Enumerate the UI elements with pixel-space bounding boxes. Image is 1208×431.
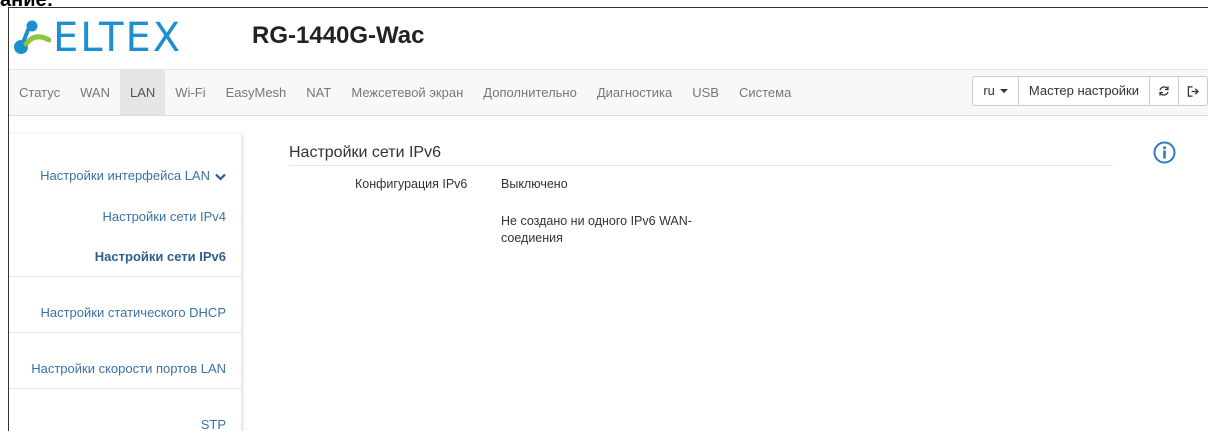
sidebar-divider (9, 332, 241, 333)
setup-wizard-label: Мастер настройки (1028, 83, 1139, 98)
logo: ELTEX (13, 18, 182, 58)
main-nav: Статус WAN LAN Wi-Fi EasyMesh NAT Межсетевой э… (9, 69, 1208, 116)
nav-items: Статус WAN LAN Wi-Fi EasyMesh NAT Межсетевой э… (9, 70, 801, 115)
sidebar-item-ipv4[interactable]: Настройки сети IPv4 (103, 209, 227, 224)
nav-item-wan[interactable]: WAN (70, 70, 120, 115)
setup-wizard-button[interactable]: Мастер настройки (1017, 76, 1150, 106)
sidebar-item-static-dhcp[interactable]: Настройки статического DHCP (40, 305, 226, 320)
logout-button[interactable] (1178, 76, 1208, 106)
nav-item-статус[interactable]: Статус (9, 70, 70, 115)
sidebar-item-ipv6[interactable]: Настройки сети IPv6 (95, 249, 226, 264)
nav-item-easymesh[interactable]: EasyMesh (216, 70, 297, 115)
sidebar-divider (9, 388, 241, 389)
language-label: ru (983, 83, 995, 98)
sidebar-item-stp[interactable]: STP (201, 417, 226, 431)
info-icon[interactable] (1153, 141, 1176, 164)
page-title: Настройки сети IPv6 (289, 144, 441, 161)
nav-actions: ru Мастер настройки (972, 76, 1208, 106)
sidebar-group-lan-interface[interactable]: Настройки интерфейса LAN (40, 168, 226, 183)
header: ELTEX RG-1440G-Wac (9, 8, 1208, 69)
device-model: RG-1440G-Wac (252, 22, 425, 49)
logout-icon (1187, 85, 1199, 97)
logo-icon (14, 20, 51, 54)
refresh-icon (1159, 86, 1169, 96)
title-divider (289, 165, 1113, 166)
nav-item-дополнительно[interactable]: Дополнительно (473, 70, 587, 115)
sidebar-item-port-speed[interactable]: Настройки скорости портов LAN (31, 361, 226, 376)
nav-item-wi-fi[interactable]: Wi-Fi (165, 70, 215, 115)
app-window: ELTEX RG-1440G-Wac Статус WAN LAN Wi-Fi Easy… (8, 7, 1208, 431)
language-select[interactable]: ru (972, 76, 1019, 106)
sidebar-group-label: Настройки интерфейса LAN (40, 168, 210, 183)
nav-item-lan[interactable]: LAN (119, 70, 166, 115)
caret-down-icon (999, 89, 1008, 93)
ipv6-config-label: Конфигурация IPv6 (355, 177, 468, 191)
sidebar: Настройки интерфейса LAN Настройки сети … (9, 134, 242, 431)
refresh-button[interactable] (1149, 76, 1179, 106)
nav-item-межсетевой-экран[interactable]: Межсетевой экран (341, 70, 473, 115)
nav-item-система[interactable]: Система (729, 70, 801, 115)
sidebar-divider (9, 276, 241, 277)
logo-text: ELTEX (53, 15, 183, 61)
nav-item-диагностика[interactable]: Диагностика (587, 70, 682, 115)
chevron-down-icon (215, 173, 226, 181)
ipv6-wan-note: Не создано ни одного IPv6 WAN-соедиения (501, 214, 692, 245)
nav-item-usb[interactable]: USB (682, 70, 729, 115)
nav-item-nat[interactable]: NAT (296, 70, 341, 115)
ipv6-config-value: Выключено (501, 177, 568, 191)
